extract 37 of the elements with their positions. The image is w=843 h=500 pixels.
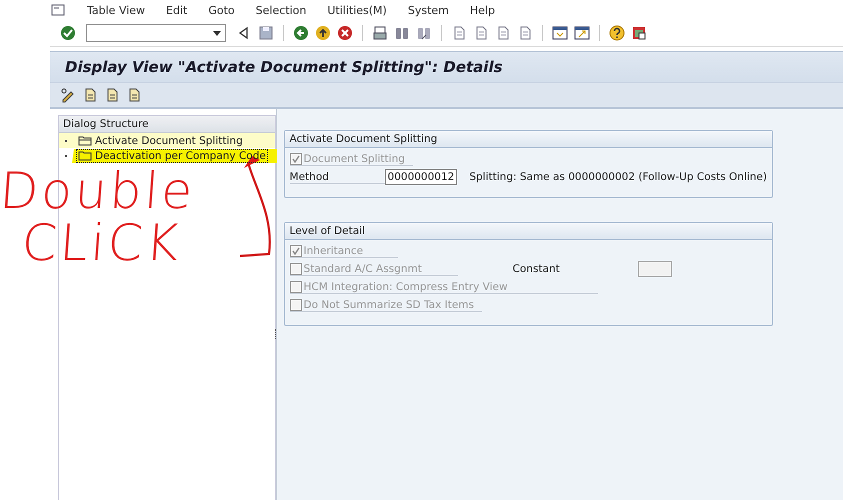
menu-item[interactable]: Table View bbox=[87, 4, 146, 16]
menu-item[interactable]: System bbox=[408, 4, 449, 16]
group-title: Activate Document Splitting bbox=[284, 131, 772, 148]
checkmark-icon bbox=[290, 246, 301, 256]
save-icon[interactable] bbox=[258, 25, 274, 41]
handwritten-note: CLiCK bbox=[20, 217, 184, 269]
menu-item[interactable]: Edit bbox=[166, 4, 188, 16]
help-icon[interactable] bbox=[609, 25, 625, 41]
menu-item[interactable]: Selection bbox=[256, 4, 306, 16]
window-icon[interactable] bbox=[574, 25, 590, 41]
screen-title: Display View "Activate Document Splitting": Details bbox=[65, 58, 503, 76]
folder-icon bbox=[78, 135, 92, 146]
back-icon[interactable] bbox=[293, 25, 309, 41]
input-field[interactable]: 0000000012 bbox=[384, 169, 458, 185]
field-label: Method bbox=[290, 170, 385, 184]
menu-icon[interactable] bbox=[50, 2, 66, 18]
dropdown-icon bbox=[213, 30, 221, 36]
cancel-icon[interactable] bbox=[337, 25, 353, 41]
pencil-glasses-icon[interactable] bbox=[60, 87, 76, 103]
binoculars-icon[interactable] bbox=[416, 25, 432, 41]
check-icon[interactable] bbox=[60, 25, 76, 41]
printer-icon[interactable] bbox=[372, 25, 388, 41]
checkmark-icon bbox=[290, 154, 301, 164]
window-icon[interactable] bbox=[552, 25, 568, 41]
handwritten-note: Double bbox=[0, 165, 197, 217]
layout-icon[interactable] bbox=[631, 25, 647, 41]
panel-header: Dialog Structure bbox=[59, 116, 275, 133]
group-title: Level of Detail bbox=[284, 223, 772, 240]
menu-item[interactable]: Utilities(M) bbox=[327, 4, 387, 16]
field-label: Constant bbox=[512, 263, 561, 275]
input-field[interactable] bbox=[638, 261, 672, 277]
field-description: Splitting: Same as 0000000002 (Follow-Up Costs Online) bbox=[469, 171, 767, 183]
binoculars-icon[interactable] bbox=[394, 25, 410, 41]
menu-item[interactable]: Goto bbox=[208, 4, 235, 16]
command-field[interactable] bbox=[86, 24, 226, 42]
menu-item[interactable]: Help bbox=[470, 4, 495, 16]
folder-icon bbox=[78, 150, 92, 161]
